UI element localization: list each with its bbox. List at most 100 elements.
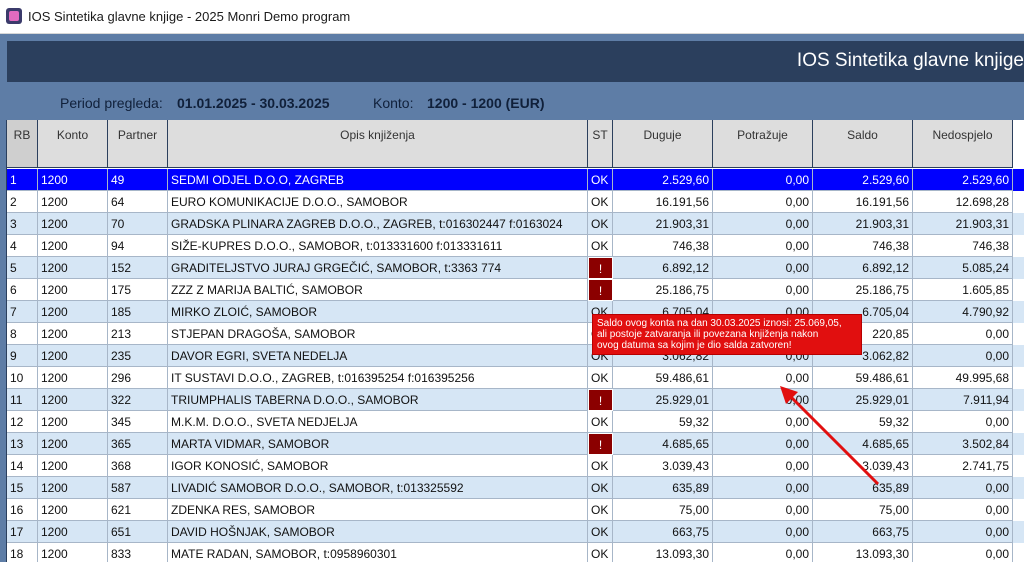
column-header-nedospjelo[interactable]: Nedospjelo: [913, 120, 1013, 168]
cell-partner: 175: [108, 279, 168, 301]
cell-duguje: 3.039,43: [613, 455, 713, 477]
table-row[interactable]: 6 1200 175 ZZZ Z MARIJA BALTIĆ, SAMOBOR! 25.…: [7, 279, 1024, 301]
cell-nedospjelo: 0,00: [913, 521, 1013, 543]
column-header-partner[interactable]: Partner: [108, 120, 168, 168]
cell-nedospjelo: 7.911,94: [913, 389, 1013, 411]
tooltip-line: ali postoje zatvaranja ili povezana knji…: [597, 329, 819, 340]
table-row[interactable]: 9 1200 235 DAVOR EGRI, SVETA NEDELJA OK 3.062…: [7, 345, 1024, 367]
cell-konto: 1200: [38, 499, 108, 521]
table-row[interactable]: 5 1200 152 GRADITELJSTVO JURAJ GRGEČIĆ, SAM…: [7, 257, 1024, 279]
cell-rb: 10: [7, 367, 38, 389]
table-row[interactable]: 81200213STJEPAN DRAGOŠA, SAMOBOROK0,0022…: [7, 323, 1024, 345]
cell-opis: M.K.M. D.O.O., SVETA NEDJELJA: [168, 411, 588, 433]
column-header-rb[interactable]: RB: [7, 120, 38, 168]
cell-saldo: 4.685,65: [813, 433, 913, 455]
table-row[interactable]: 14 1200 368 IGOR KONOSIĆ, SAMOBOR OK 3.039,43…: [7, 455, 1024, 477]
cell-st: OK: [588, 455, 613, 477]
table-row[interactable]: 7 1200 185 MIRKO ZLOIĆ, SAMOBOR OK 6.705,04 0,…: [7, 301, 1024, 323]
status-warning-badge: !: [588, 433, 613, 455]
cell-st: OK: [588, 213, 613, 235]
cell-rb: 16: [7, 499, 38, 521]
cell-rb: 9: [7, 345, 38, 367]
table-row[interactable]: 12 1200 345 M.K.M. D.O.O., SVETA NEDJELJA OK…: [7, 411, 1024, 433]
cell-opis: IT SUSTAVI D.O.O., ZAGREB, t:016395254 f…: [168, 367, 588, 389]
table-row[interactable]: 11 1200 322 TRIUMPHALIS TABERNA D.O.O., SAM…: [7, 389, 1024, 411]
cell-st: OK: [588, 367, 613, 389]
cell-duguje: 6.892,12: [613, 257, 713, 279]
cell-partner: 651: [108, 521, 168, 543]
cell-opis: MARTA VIDMAR, SAMOBOR: [168, 433, 588, 455]
table-row[interactable]: 16 1200 621 ZDENKA RES, SAMOBOR OK 75,00 0,00 7…: [7, 499, 1024, 521]
cell-opis: EURO KOMUNIKACIJE D.O.O., SAMOBOR: [168, 191, 588, 213]
cell-konto: 1200: [38, 455, 108, 477]
cell-nedospjelo: 0,00: [913, 499, 1013, 521]
cell-potrazuje: 0,00: [713, 191, 813, 213]
cell-st: OK: [588, 191, 613, 213]
table-row[interactable]: 3 1200 70 GRADSKA PLINARA ZAGREB D.O.O., ZA…: [7, 213, 1024, 235]
cell-potrazuje: 0,00: [713, 477, 813, 499]
period-label: Period pregleda:: [60, 95, 163, 111]
cell-nedospjelo: 746,38: [913, 235, 1013, 257]
cell-opis: TRIUMPHALIS TABERNA D.O.O., SAMOBOR: [168, 389, 588, 411]
cell-potrazuje: 0,00: [713, 411, 813, 433]
cell-nedospjelo: 2.741,75: [913, 455, 1013, 477]
cell-rb: 4: [7, 235, 38, 257]
table-row[interactable]: 10 1200 296 IT SUSTAVI D.O.O., ZAGREB, t:01…: [7, 367, 1024, 389]
cell-rb: 11: [7, 389, 38, 411]
table-row[interactable]: 4 1200 94 SIŽE-KUPRES D.O.O., SAMOBOR, t:01…: [7, 235, 1024, 257]
table-row[interactable]: 1 1200 49 SEDMI ODJEL D.O.O, ZAGREB OK 2.529,…: [7, 169, 1024, 191]
konto-value: 1200 - 1200 (EUR): [427, 95, 545, 111]
cell-rb: 3: [7, 213, 38, 235]
cell-saldo: 25.186,75: [813, 279, 913, 301]
status-warning-badge: !: [588, 279, 613, 301]
cell-partner: 345: [108, 411, 168, 433]
cell-nedospjelo: 4.790,92: [913, 301, 1013, 323]
cell-partner: 94: [108, 235, 168, 257]
cell-duguje: 75,00: [613, 499, 713, 521]
ios-grid[interactable]: RB Konto Partner Opis knjiženja ST Duguje Potr…: [6, 120, 1024, 562]
cell-st: OK: [588, 169, 613, 191]
cell-partner: 64: [108, 191, 168, 213]
cell-rb: 17: [7, 521, 38, 543]
cell-st: OK: [588, 521, 613, 543]
cell-duguje: 21.903,31: [613, 213, 713, 235]
cell-duguje: 4.685,65: [613, 433, 713, 455]
column-header-potrazuje[interactable]: Potražuje: [713, 120, 813, 168]
cell-konto: 1200: [38, 389, 108, 411]
cell-konto: 1200: [38, 521, 108, 543]
table-row[interactable]: 18 1200 833 MATE RADAN, SAMOBOR, t:09589603…: [7, 543, 1024, 562]
cell-st: OK: [588, 235, 613, 257]
table-row[interactable]: 13 1200 365 MARTA VIDMAR, SAMOBOR! 4.685,65 0…: [7, 433, 1024, 455]
column-header-duguje[interactable]: Duguje: [613, 120, 713, 168]
cell-potrazuje: 0,00: [713, 169, 813, 191]
cell-nedospjelo: 0,00: [913, 323, 1013, 345]
cell-potrazuje: 0,00: [713, 433, 813, 455]
cell-st: OK: [588, 477, 613, 499]
cell-potrazuje: 0,00: [713, 543, 813, 562]
cell-partner: 322: [108, 389, 168, 411]
cell-konto: 1200: [38, 301, 108, 323]
cell-opis: MIRKO ZLOIĆ, SAMOBOR: [168, 301, 588, 323]
cell-st: OK: [588, 411, 613, 433]
cell-partner: 49: [108, 169, 168, 191]
cell-opis: SIŽE-KUPRES D.O.O., SAMOBOR, t:013331600…: [168, 235, 588, 257]
cell-saldo: 21.903,31: [813, 213, 913, 235]
cell-konto: 1200: [38, 213, 108, 235]
column-header-st[interactable]: ST: [588, 120, 613, 168]
cell-rb: 7: [7, 301, 38, 323]
cell-duguje: 13.093,30: [613, 543, 713, 562]
cell-potrazuje: 0,00: [713, 213, 813, 235]
cell-opis: GRADITELJSTVO JURAJ GRGEČIĆ, SAMOBOR, t:…: [168, 257, 588, 279]
column-header-saldo[interactable]: Saldo: [813, 120, 913, 168]
column-header-opis[interactable]: Opis knjiženja: [168, 120, 588, 168]
window-titlebar: IOS Sintetika glavne knjige - 2025 Monri…: [0, 0, 1024, 34]
table-row[interactable]: 2 1200 64 EURO KOMUNIKACIJE D.O.O., SAMOBOR…: [7, 191, 1024, 213]
cell-saldo: 6.892,12: [813, 257, 913, 279]
cell-rb: 8: [7, 323, 38, 345]
cell-nedospjelo: 0,00: [913, 345, 1013, 367]
cell-konto: 1200: [38, 191, 108, 213]
table-row[interactable]: 17 1200 651 DAVID HOŠNJAK, SAMOBOR OK 663,75 0…: [7, 521, 1024, 543]
column-header-konto[interactable]: Konto: [38, 120, 108, 168]
cell-opis: LIVADIĆ SAMOBOR D.O.O., SAMOBOR, t:01332…: [168, 477, 588, 499]
table-row[interactable]: 15 1200 587 LIVADIĆ SAMOBOR D.O.O., SAMOBOR…: [7, 477, 1024, 499]
